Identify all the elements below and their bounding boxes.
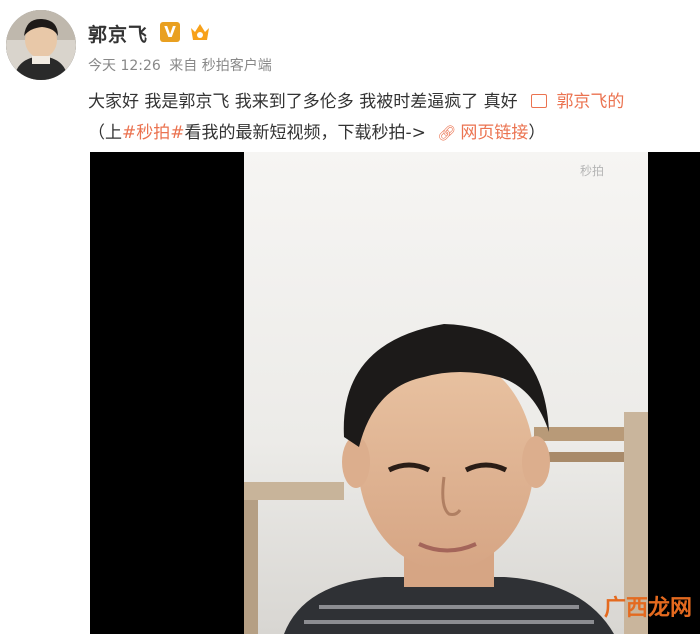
post-text-line1: 大家好 我是郭京飞 我来到了多伦多 我被时差逼疯了 真好 郭京飞的 xyxy=(88,87,624,112)
avatar[interactable] xyxy=(6,10,76,80)
member-crown-icon xyxy=(191,24,209,40)
post-source[interactable]: 来自 秒拍客户端 xyxy=(169,58,271,74)
post-text-line2: （上#秒拍#看我的最新短视频，下载秒拍-> 🔗︎ 网页链接） xyxy=(88,118,545,143)
hashtag-link[interactable]: #秒拍# xyxy=(122,123,185,143)
post-time[interactable]: 今天 12:26 xyxy=(88,58,161,74)
post-meta: 今天 12:26 来自 秒拍客户端 xyxy=(88,55,276,75)
post-text: 大家好 我是郭京飞 我来到了多伦多 我被时差逼疯了 真好 xyxy=(88,92,518,112)
username[interactable]: 郭京飞 xyxy=(88,20,148,47)
line2-suffix: ） xyxy=(528,123,546,143)
video-player[interactable]: 秒拍 广西龙网 xyxy=(90,152,700,634)
watermark-top: 秒拍 xyxy=(580,164,605,178)
watermark-bottom: 广西龙网 xyxy=(603,596,692,621)
video-frame xyxy=(244,152,648,634)
chain-link-icon: 🔗︎ xyxy=(437,124,457,142)
verified-v-icon: V xyxy=(160,22,180,42)
video-link[interactable]: 郭京飞的 xyxy=(556,92,624,112)
video-link-icon xyxy=(531,94,548,108)
webpage-link[interactable]: 网页链接 xyxy=(460,123,528,143)
weibo-post: 郭京飞 V 今天 12:26 来自 秒拍客户端 大家好 我是郭京飞 我来到了多伦… xyxy=(0,0,700,634)
line2-prefix: （上 xyxy=(88,123,122,143)
line2-middle: 看我的最新短视频，下载秒拍-> xyxy=(184,123,426,143)
video-still-image xyxy=(244,152,648,634)
